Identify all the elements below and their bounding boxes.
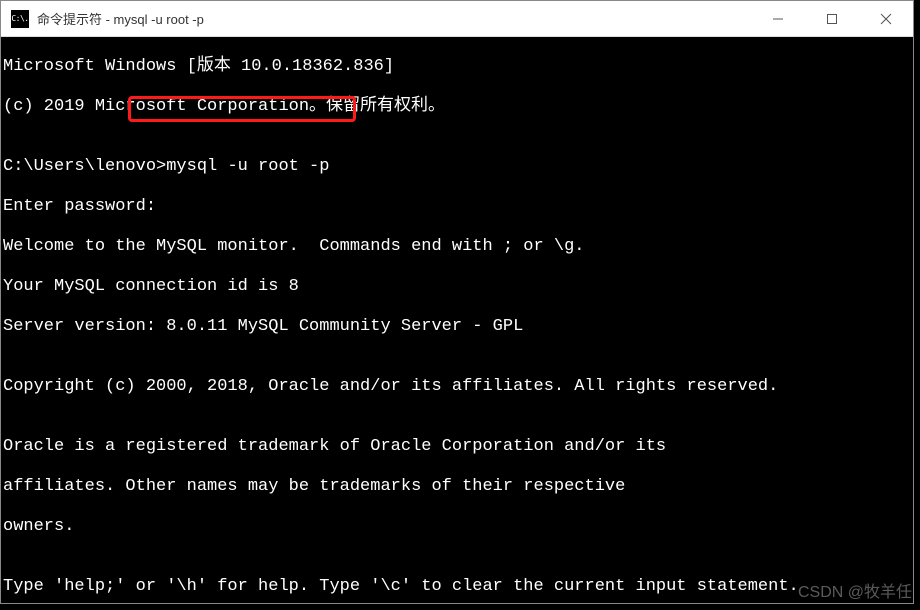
minimize-icon: [772, 13, 784, 25]
output-line: Copyright (c) 2000, 2018, Oracle and/or …: [3, 377, 913, 397]
window-title: 命令提示符 - mysql -u root -p: [37, 9, 751, 28]
output-line: (c) 2019 Microsoft Corporation。保留所有权利。: [3, 97, 913, 117]
output-line: Oracle is a registered trademark of Orac…: [3, 437, 913, 457]
output-line: Microsoft Windows [版本 10.0.18362.836]: [3, 57, 913, 77]
maximize-button[interactable]: [805, 1, 859, 36]
window-controls: [751, 1, 913, 36]
minimize-button[interactable]: [751, 1, 805, 36]
prompt-line: C:\Users\lenovo>mysql -u root -p: [3, 157, 913, 177]
output-line: Your MySQL connection id is 8: [3, 277, 913, 297]
cmd-icon: C:\.: [11, 10, 29, 28]
output-line: Enter password:: [3, 197, 913, 217]
close-button[interactable]: [859, 1, 913, 36]
output-line: owners.: [3, 517, 913, 537]
prompt-command: mysql -u root -p: [166, 157, 329, 176]
terminal-area[interactable]: Microsoft Windows [版本 10.0.18362.836] (c…: [1, 37, 913, 603]
maximize-icon: [826, 13, 838, 25]
output-line: affiliates. Other names may be trademark…: [3, 477, 913, 497]
output-line: Welcome to the MySQL monitor. Commands e…: [3, 237, 913, 257]
prompt-prefix: C:\Users\lenovo>: [3, 157, 166, 176]
titlebar[interactable]: C:\. 命令提示符 - mysql -u root -p: [1, 1, 913, 37]
close-icon: [880, 13, 892, 25]
cmd-window: C:\. 命令提示符 - mysql -u root -p Microsoft …: [0, 0, 914, 604]
output-line: Type 'help;' or '\h' for help. Type '\c'…: [3, 577, 913, 597]
output-line: Server version: 8.0.11 MySQL Community S…: [3, 317, 913, 337]
